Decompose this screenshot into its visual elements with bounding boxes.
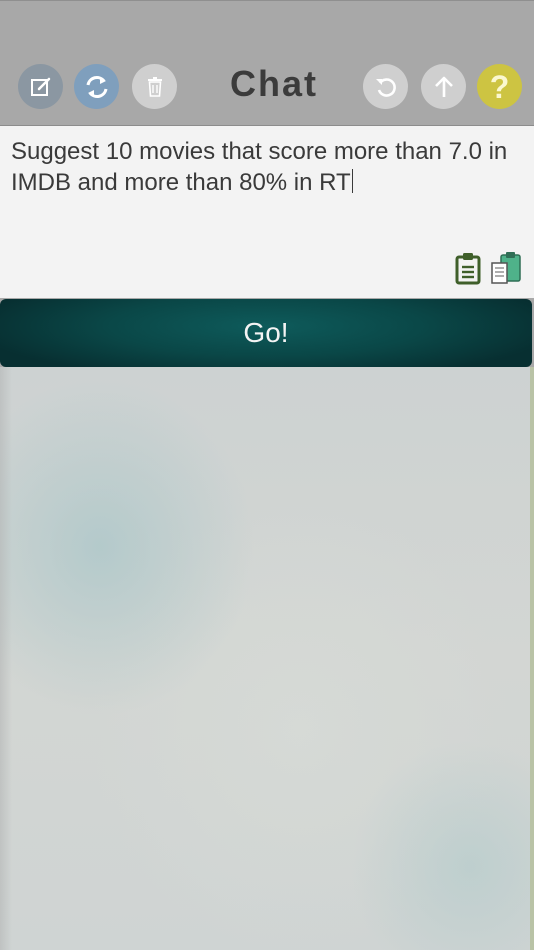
clipboard-copy-icon	[455, 253, 481, 285]
edit-icon	[30, 77, 50, 96]
refresh-button[interactable]	[74, 64, 119, 109]
delete-button[interactable]	[132, 64, 177, 109]
go-button[interactable]: Go!	[0, 299, 532, 367]
chat-app: Chat ? Suggest 10 movies that score more…	[0, 0, 534, 950]
trash-icon	[147, 76, 162, 97]
copy-button[interactable]	[452, 250, 486, 286]
edit-button[interactable]	[18, 64, 63, 109]
undo-icon	[375, 77, 396, 97]
undo-button[interactable]	[363, 64, 408, 109]
page-title: Chat	[230, 63, 318, 104]
arrow-up-icon	[434, 76, 453, 97]
prompt-text: Suggest 10 movies that score more than 7…	[11, 138, 508, 196]
clipboard-paste-icon	[491, 252, 521, 284]
status-bar	[0, 0, 534, 40]
response-area-shadow	[0, 367, 12, 950]
paste-button[interactable]	[489, 250, 523, 286]
upload-button[interactable]	[421, 64, 466, 109]
prompt-text-wrapper: Suggest 10 movies that score more than 7…	[11, 136, 521, 198]
text-caret	[351, 169, 353, 193]
prompt-input[interactable]: Suggest 10 movies that score more than 7…	[0, 126, 534, 298]
question-icon: ?	[489, 68, 510, 105]
response-area	[0, 367, 534, 950]
header-toolbar: Chat ?	[0, 40, 534, 126]
refresh-icon	[86, 75, 107, 98]
help-button[interactable]: ?	[477, 64, 522, 109]
